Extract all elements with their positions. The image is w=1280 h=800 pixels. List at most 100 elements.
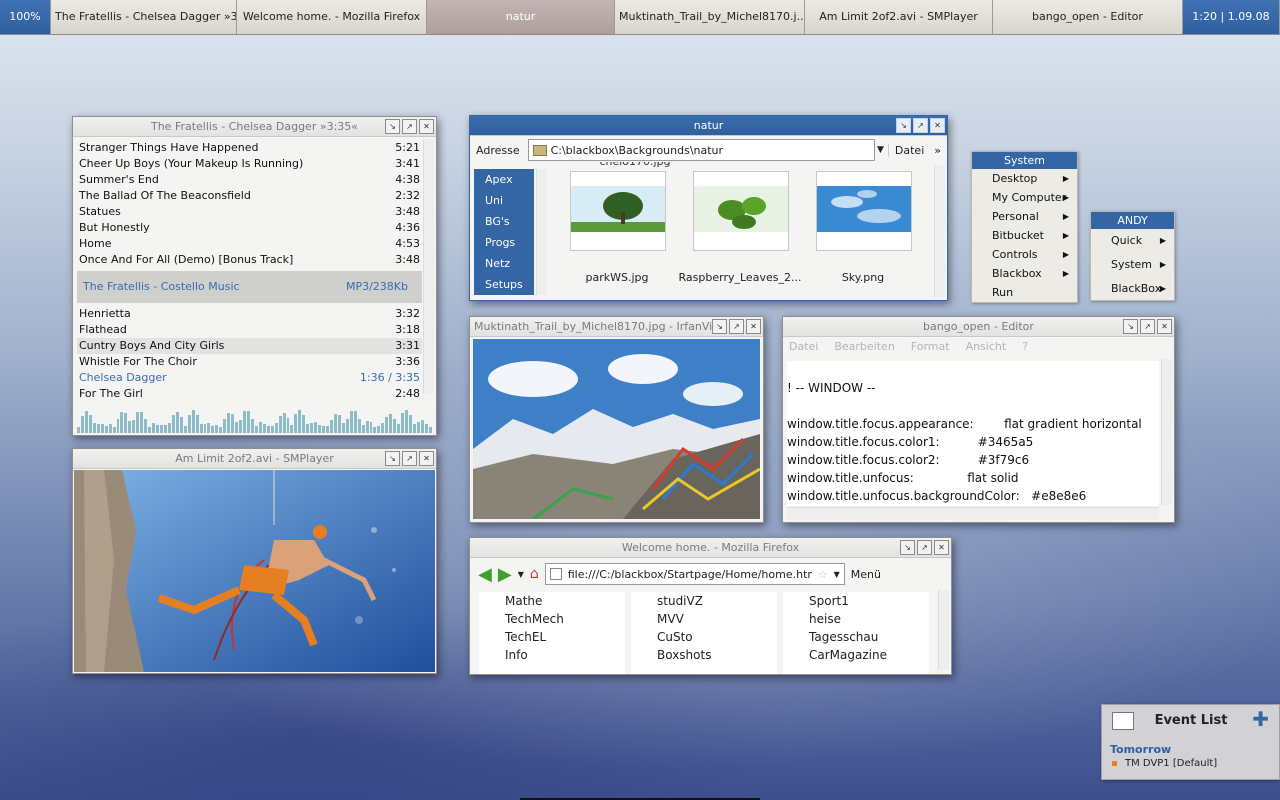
bookmark-link[interactable]: Boxshots — [631, 646, 777, 664]
bookmark-link[interactable]: studiVZ — [631, 592, 777, 610]
sidebar-item-uni[interactable]: Uni — [474, 190, 534, 211]
forward-arrow-icon[interactable]: ▶ — [498, 564, 512, 585]
track-row[interactable]: For The Girl 2:48 — [77, 386, 422, 402]
sidebar-item-setups[interactable]: Setups — [474, 274, 534, 295]
file-menu[interactable]: Datei — [887, 143, 930, 157]
address-field[interactable]: C:\blackbox\Backgrounds\natur — [527, 139, 875, 161]
maximize-button[interactable]: ↗ — [1140, 319, 1155, 334]
bookmark-link[interactable]: Tagesschau — [783, 628, 929, 646]
window-titlebar[interactable]: bango_open - Editor ↘ ↗ ✕ — [783, 317, 1174, 337]
file-thumbnail-parkws[interactable] — [570, 171, 666, 251]
window-titlebar[interactable]: Welcome home. - Mozilla Firefox ↘ ↗ ✕ — [470, 538, 951, 558]
menu-item-bitbucket[interactable]: Bitbucket ▶ — [972, 226, 1077, 245]
editor-horizontal-scrollbar[interactable] — [787, 507, 1159, 520]
track-row[interactable]: But Honestly 4:36 — [77, 220, 422, 236]
event-item[interactable]: TM DVP1 [Default] — [1112, 758, 1217, 769]
maximize-button[interactable]: ↗ — [913, 118, 928, 133]
sidebar-item-netz[interactable]: Netz — [474, 253, 534, 274]
editor-vertical-scrollbar[interactable] — [1161, 359, 1172, 505]
menu-item-personal[interactable]: Personal ▶ — [972, 207, 1077, 226]
sidebar-scrollbar[interactable] — [536, 169, 547, 295]
task-editor[interactable]: bango_open - Editor — [993, 0, 1183, 34]
menu-bearbeiten[interactable]: Bearbeiten — [834, 338, 894, 356]
menu-item-system[interactable]: System ▶ — [1091, 253, 1174, 277]
bookmark-link[interactable]: CarMagazine — [783, 646, 929, 664]
home-icon[interactable]: ⌂ — [530, 566, 539, 582]
menu-item-desktop[interactable]: Desktop ▶ — [972, 169, 1077, 188]
bookmark-link[interactable]: MVV — [631, 610, 777, 628]
maximize-button[interactable]: ↗ — [402, 119, 417, 134]
window-titlebar[interactable]: Muktinath_Trail_by_Michel8170.jpg - Irfa… — [470, 317, 763, 337]
add-event-icon[interactable]: ✚ — [1252, 709, 1269, 729]
task-irfanview[interactable]: Muktinath_Trail_by_Michel8170.j... — [615, 0, 805, 34]
menu-item-controls[interactable]: Controls ▶ — [972, 245, 1077, 264]
file-thumbnail-sky[interactable] — [816, 171, 912, 251]
minimize-button[interactable]: ↘ — [385, 451, 400, 466]
bookmark-link[interactable]: TechMech — [479, 610, 625, 628]
track-row-selected[interactable]: Cuntry Boys And City Girls 3:31 — [77, 338, 422, 354]
file-thumbnail-raspberry[interactable] — [693, 171, 789, 251]
menu-item-blackbox[interactable]: Blackbox ▶ — [972, 264, 1077, 283]
track-row[interactable]: Stranger Things Have Happened 5:21 — [77, 140, 422, 156]
window-titlebar[interactable]: The Fratellis - Chelsea Dagger »3:35« ↘ … — [73, 117, 436, 137]
menu-item-quick[interactable]: Quick ▶ — [1091, 229, 1174, 253]
minimize-button[interactable]: ↘ — [896, 118, 911, 133]
back-arrow-icon[interactable]: ◀ — [478, 564, 492, 585]
menu-datei[interactable]: Datei — [789, 338, 818, 356]
url-dropdown-icon[interactable]: ▼ — [834, 570, 840, 579]
track-row[interactable]: Cheer Up Boys (Your Makeup Is Running) 3:… — [77, 156, 422, 172]
bookmark-link[interactable]: Mathe — [479, 592, 625, 610]
track-row[interactable]: Home 4:53 — [77, 236, 422, 252]
menu-item-run[interactable]: Run — [972, 283, 1077, 302]
task-smplayer[interactable]: Am Limit 2of2.avi - SMPlayer — [805, 0, 993, 34]
bookmark-link[interactable]: TechEL — [479, 628, 625, 646]
window-titlebar[interactable]: Am Limit 2of2.avi - SMPlayer ↘ ↗ ✕ — [73, 449, 436, 469]
window-titlebar[interactable]: natur ↘ ↗ ✕ — [470, 116, 947, 136]
maximize-button[interactable]: ↗ — [917, 540, 932, 555]
sidebar-item-progs[interactable]: Progs — [474, 232, 534, 253]
maximize-button[interactable]: ↗ — [402, 451, 417, 466]
minimize-button[interactable]: ↘ — [900, 540, 915, 555]
track-row[interactable]: Henrietta 3:32 — [77, 306, 422, 322]
files-scrollbar[interactable] — [934, 165, 945, 297]
close-button[interactable]: ✕ — [746, 319, 761, 334]
minimize-button[interactable]: ↘ — [385, 119, 400, 134]
task-music[interactable]: The Fratellis - Chelsea Dagger »3... — [51, 0, 237, 34]
track-row[interactable]: Whistle For The Choir 3:36 — [77, 354, 422, 370]
sidebar-item-apex[interactable]: Apex — [474, 169, 534, 190]
track-row[interactable]: Once And For All (Demo) [Bonus Track] 3:4… — [77, 252, 422, 268]
minimize-button[interactable]: ↘ — [1123, 319, 1138, 334]
track-row[interactable]: Summer's End 4:38 — [77, 172, 422, 188]
bookmark-link[interactable]: Sport1 — [783, 592, 929, 610]
image-view[interactable] — [473, 339, 760, 519]
page-scrollbar[interactable] — [938, 590, 949, 670]
more-chevron-icon[interactable]: » — [934, 144, 945, 157]
bookmark-link[interactable]: Info — [479, 646, 625, 664]
task-firefox[interactable]: Welcome home. - Mozilla Firefox — [237, 0, 427, 34]
close-button[interactable]: ✕ — [419, 119, 434, 134]
address-dropdown-icon[interactable]: ▼ — [877, 145, 884, 155]
close-button[interactable]: ✕ — [930, 118, 945, 133]
bookmark-link[interactable]: CuSto — [631, 628, 777, 646]
bookmark-star-icon[interactable]: ☆ — [818, 568, 828, 581]
menu-help[interactable]: ? — [1022, 338, 1028, 356]
close-button[interactable]: ✕ — [419, 451, 434, 466]
menu-item-my-computer[interactable]: My Computer ▶ — [972, 188, 1077, 207]
track-row[interactable]: Statues 3:48 — [77, 204, 422, 220]
track-row-playing[interactable]: Chelsea Dagger 1:36 / 3:35 — [77, 370, 422, 386]
minimize-button[interactable]: ↘ — [712, 319, 727, 334]
zoom-indicator[interactable]: 100% — [0, 0, 51, 34]
video-frame[interactable] — [74, 470, 435, 672]
history-dropdown-icon[interactable]: ▼ — [518, 570, 524, 579]
menu-button[interactable]: Menü — [851, 568, 881, 581]
task-natur[interactable]: natur — [427, 0, 615, 34]
editor-text-area[interactable]: ! -- WINDOW -- window.title.focus.appear… — [787, 361, 1159, 506]
maximize-button[interactable]: ↗ — [729, 319, 744, 334]
url-bar[interactable]: file:///C:/blackbox/Startpage/Home/home.… — [544, 563, 845, 585]
playlist-scrollbar[interactable] — [423, 139, 434, 394]
sidebar-item-bgs[interactable]: BG's — [474, 211, 534, 232]
track-row[interactable]: Flathead 3:18 — [77, 322, 422, 338]
menu-ansicht[interactable]: Ansicht — [966, 338, 1007, 356]
close-button[interactable]: ✕ — [1157, 319, 1172, 334]
track-row[interactable]: The Ballad Of The Beaconsfield 2:32 — [77, 188, 422, 204]
